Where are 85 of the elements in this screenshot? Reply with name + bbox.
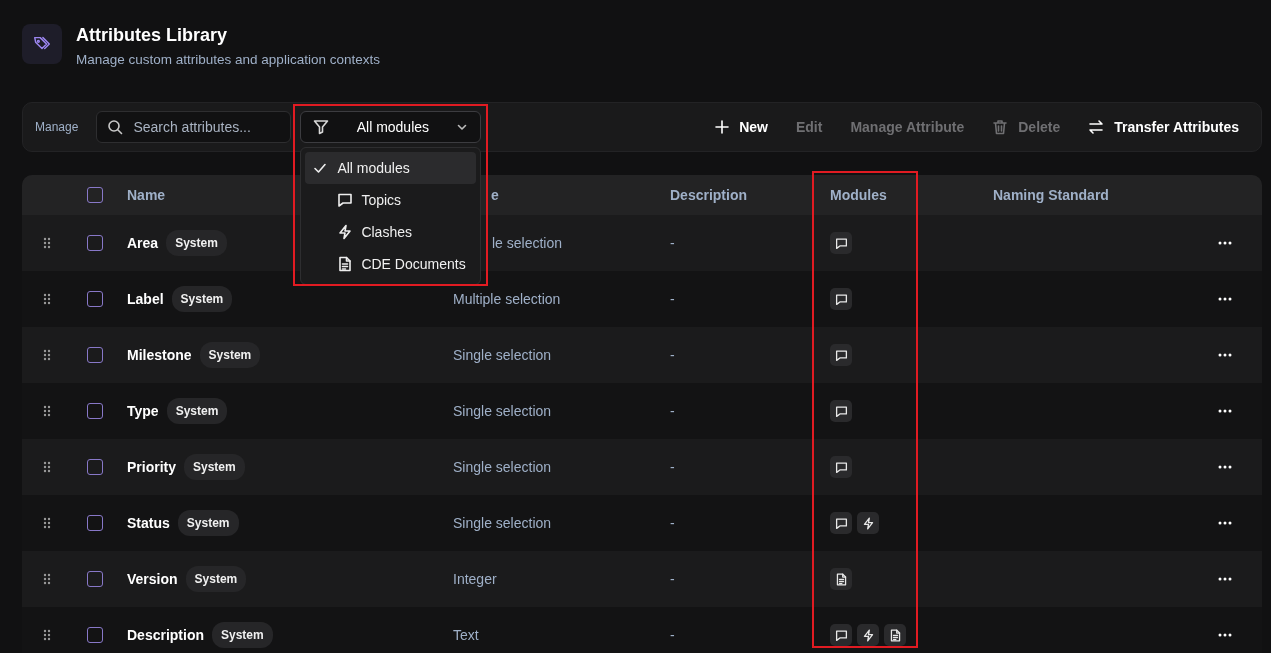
attribute-name: Type	[127, 401, 159, 421]
speech-bubble-icon	[834, 404, 848, 418]
speech-bubble-icon	[834, 348, 848, 362]
attribute-description: -	[670, 234, 675, 251]
column-header: Modules	[830, 186, 887, 203]
attribute-name: Milestone	[127, 345, 192, 365]
attribute-description: -	[670, 402, 675, 419]
column-header: e	[491, 186, 499, 203]
attribute-type: Integer	[453, 570, 497, 587]
drag-handle-icon[interactable]	[42, 293, 52, 306]
attribute-type: Single selection	[453, 514, 552, 531]
attribute-type: Single selection	[453, 458, 552, 475]
speech-bubble-icon	[834, 460, 848, 474]
attribute-name: Version	[127, 569, 178, 589]
dropdown-option[interactable]: CDE Documents	[305, 248, 477, 281]
document-icon	[337, 256, 354, 273]
speech-bubble-icon	[834, 236, 848, 250]
system-tag: System	[166, 398, 228, 425]
attribute-type: Text	[453, 626, 479, 643]
attribute-type: le selection	[492, 234, 563, 251]
toolbar-label: Manage	[35, 119, 79, 137]
speech-bubble-icon	[834, 516, 848, 530]
swap-arrows-icon	[1088, 119, 1105, 136]
attribute-type: Single selection	[453, 346, 552, 363]
search-icon	[107, 119, 124, 136]
row-checkbox[interactable]	[87, 515, 103, 532]
drag-handle-icon[interactable]	[42, 405, 52, 418]
lightning-icon	[337, 224, 354, 241]
filter-icon	[313, 119, 330, 136]
drag-handle-icon[interactable]	[42, 461, 52, 474]
attribute-description: -	[670, 626, 675, 643]
row-checkbox[interactable]	[87, 403, 103, 420]
row-checkbox[interactable]	[87, 459, 103, 476]
drag-handle-icon[interactable]	[42, 237, 52, 250]
new-button[interactable]: New	[705, 112, 778, 142]
lightning-icon	[861, 516, 875, 530]
column-header: Description	[670, 186, 747, 203]
attribute-name: Priority	[127, 457, 176, 477]
attribute-name: Area	[127, 233, 159, 253]
dropdown-option[interactable]: Topics	[305, 184, 477, 217]
drag-handle-icon[interactable]	[42, 349, 52, 362]
system-tag: System	[185, 566, 247, 593]
attribute-name: Label	[127, 289, 164, 309]
row-checkbox[interactable]	[87, 627, 103, 644]
speech-bubble-icon	[834, 628, 848, 642]
select-all-checkbox[interactable]	[87, 187, 103, 204]
row-checkbox[interactable]	[87, 347, 103, 364]
lightning-icon	[861, 628, 875, 642]
drag-handle-icon[interactable]	[42, 573, 52, 586]
speech-bubble-icon	[834, 292, 848, 306]
document-icon	[834, 572, 848, 586]
system-tag: System	[212, 622, 273, 649]
drag-handle-icon[interactable]	[42, 517, 52, 530]
check-icon	[313, 161, 328, 176]
speech-bubble-icon	[337, 192, 354, 209]
transfer-button[interactable]: Transfer Attributes	[1078, 112, 1249, 142]
attribute-name: Status	[127, 513, 170, 533]
document-icon	[888, 628, 902, 642]
attribute-description: -	[670, 458, 675, 475]
system-tag: System	[184, 454, 245, 481]
page-subtitle: Manage custom attributes and application contexts	[76, 51, 380, 69]
dropdown-option[interactable]: All modules	[305, 152, 477, 185]
system-tag: System	[199, 342, 261, 369]
attribute-description: -	[670, 514, 675, 531]
row-checkbox[interactable]	[87, 571, 103, 588]
attribute-description: -	[670, 570, 675, 587]
drag-handle-icon[interactable]	[42, 629, 52, 642]
system-tag: System	[166, 230, 227, 257]
row-checkbox[interactable]	[87, 291, 103, 308]
search-field[interactable]: Search attributes...	[96, 111, 292, 144]
attribute-type: Single selection	[453, 402, 552, 419]
plus-icon	[715, 120, 730, 135]
system-tag: System	[177, 510, 239, 537]
attribute-name: Description	[127, 625, 204, 645]
attribute-description: -	[670, 290, 675, 307]
attribute-description: -	[670, 346, 675, 363]
attribute-type: Multiple selection	[453, 290, 561, 307]
dropdown-option[interactable]: Clashes	[305, 216, 477, 249]
column-header: Name	[127, 186, 166, 203]
column-header: Naming Standard	[993, 186, 1109, 203]
page-title: Attributes Library	[76, 24, 229, 46]
system-tag: System	[171, 286, 233, 313]
row-checkbox[interactable]	[87, 235, 103, 252]
trash-icon	[992, 119, 1009, 136]
module-filter-dropdown[interactable]: All modules	[300, 111, 482, 144]
